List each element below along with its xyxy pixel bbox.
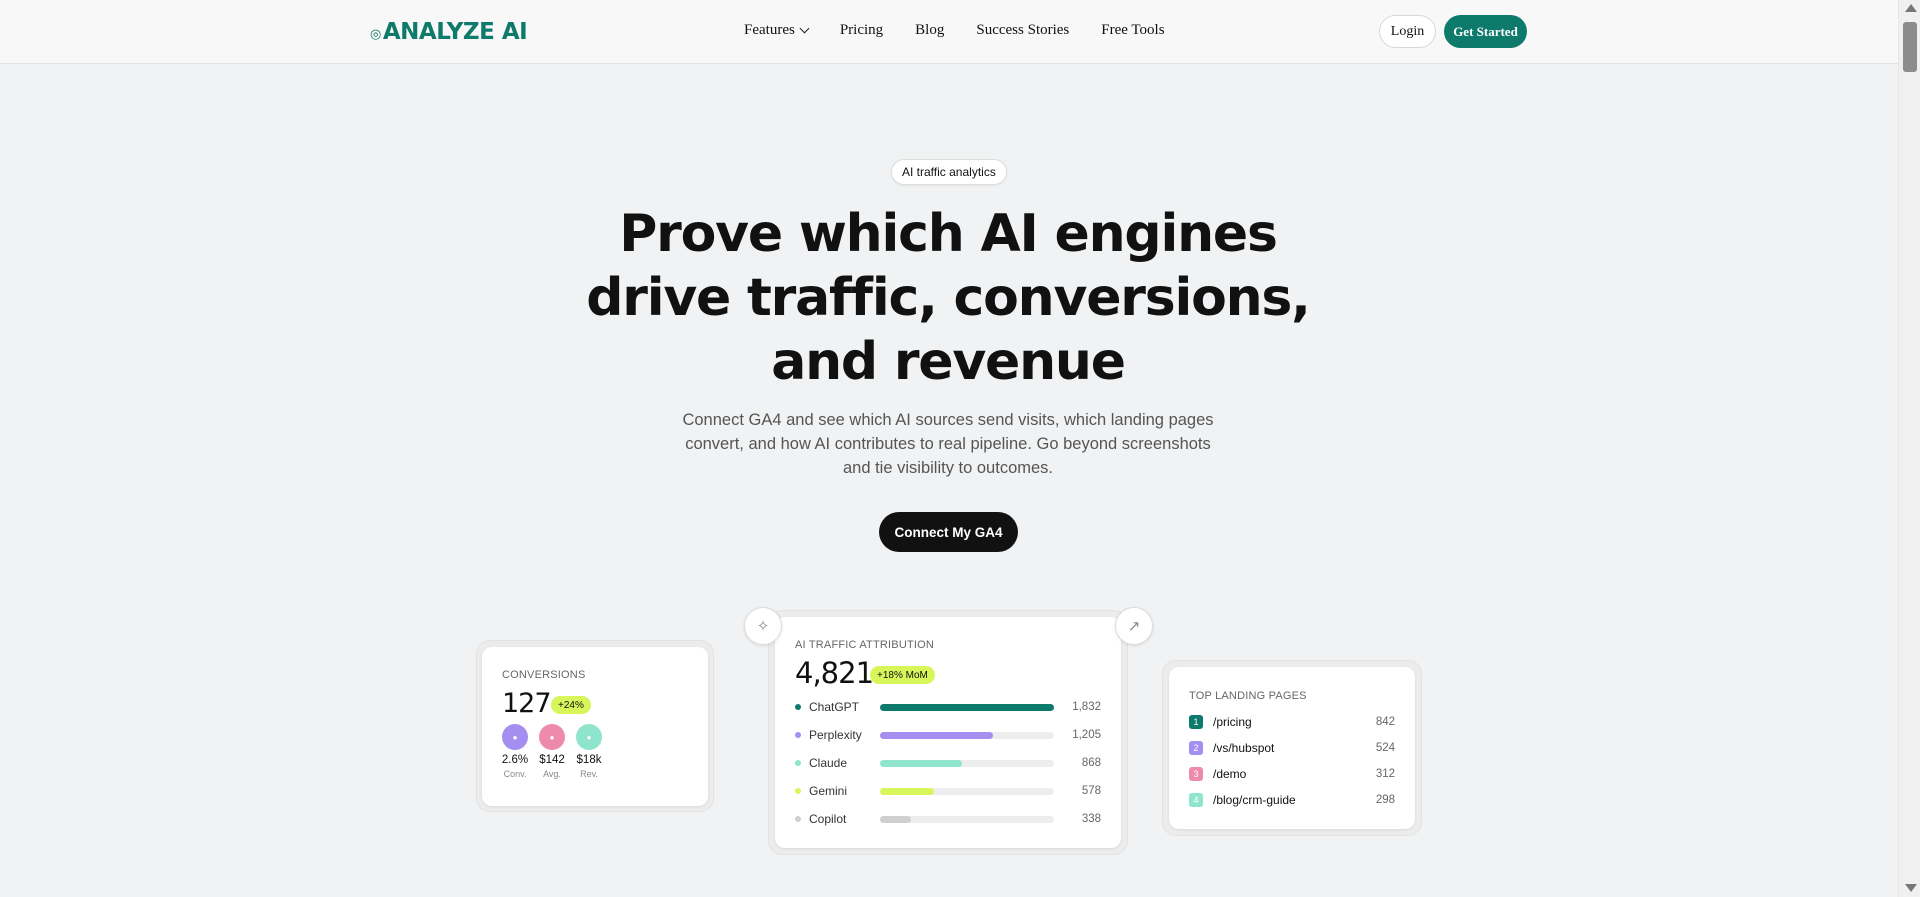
landing-page-path: /vs/hubspot (1213, 741, 1275, 755)
landing-page-value: 312 (1375, 768, 1395, 780)
rank-badge: 1 (1189, 715, 1203, 729)
metric-avg-label: Avg. (543, 769, 561, 779)
metric-avg-value: $142 (539, 754, 565, 766)
landing-page-row[interactable]: 1/pricing 842 (1189, 714, 1395, 730)
metric-conv-icon: ● (502, 724, 528, 750)
logo-icon: ◎ (370, 27, 381, 42)
series-dot-icon (795, 704, 801, 710)
landing-page-path: /demo (1213, 767, 1247, 781)
series-dot-icon (795, 816, 801, 822)
logo-text: ANALYZE AI (382, 19, 528, 45)
nav-pricing[interactable]: Pricing (840, 22, 883, 39)
scroll-up-icon[interactable] (1905, 4, 1917, 12)
attribution-label: AI TRAFFIC ATTRIBUTION (795, 639, 935, 651)
attribution-source-value: 338 (1081, 813, 1101, 825)
attribution-source-name: Perplexity (809, 728, 862, 742)
logo[interactable]: ◎ ANALYZE AI (370, 19, 528, 45)
metric-rev-label: Rev. (580, 769, 598, 779)
nav-features[interactable]: Features (744, 22, 810, 39)
site-header: ◎ ANALYZE AI Features Pricing Blog Succe… (0, 0, 1898, 64)
connect-ga4-button[interactable]: Connect My GA4 (879, 512, 1018, 552)
hero-subheadline: Connect GA4 and see which AI sources sen… (682, 411, 1214, 477)
hero-pill: AI traffic analytics (891, 159, 1007, 185)
attribution-row: Copilot 338 (795, 812, 1101, 826)
arrow-up-right-icon[interactable]: ↗ (1115, 607, 1153, 645)
series-dot-icon (795, 760, 801, 766)
metric-rev-icon: ● (576, 724, 602, 750)
series-dot-icon (795, 788, 801, 794)
attribution-bar-track (880, 731, 1054, 739)
attribution-bar-fill (880, 703, 1054, 711)
landing-page-value: 298 (1375, 794, 1395, 806)
attribution-bar-fill (880, 815, 912, 823)
metric-conv: ● 2.6% Conv. (497, 724, 533, 779)
attribution-row: Perplexity 1,205 (795, 728, 1101, 742)
attribution-source-value: 1,832 (1072, 701, 1101, 713)
landing-page-row[interactable]: 2/vs/hubspot 524 (1189, 740, 1395, 756)
rank-badge: 4 (1189, 793, 1203, 807)
attribution-row: Gemini 578 (795, 784, 1101, 798)
get-started-button[interactable]: Get Started (1444, 15, 1527, 48)
nav-success-stories[interactable]: Success Stories (976, 22, 1069, 39)
scroll-thumb[interactable] (1903, 22, 1917, 72)
landing-page-value: 524 (1375, 742, 1395, 754)
metric-conv-label: Conv. (503, 769, 527, 779)
attribution-row: ChatGPT 1,832 (795, 700, 1101, 714)
attribution-source-name: ChatGPT (809, 700, 860, 714)
attribution-source-name: Claude (809, 756, 848, 770)
hero-headline: Prove which AI engines drive traffic, co… (586, 204, 1311, 392)
login-button[interactable]: Login (1379, 15, 1436, 48)
rank-badge: 3 (1189, 767, 1203, 781)
nav-features-label: Features (744, 22, 795, 38)
rank-badge: 2 (1189, 741, 1203, 755)
chevron-down-icon (799, 23, 810, 34)
conversions-value: 127 (502, 688, 552, 719)
attribution-bar-track (880, 815, 1054, 823)
conversions-label: CONVERSIONS (502, 669, 586, 681)
series-dot-icon (795, 732, 801, 738)
attribution-source-name: Copilot (809, 812, 847, 826)
metric-avg-icon: ● (539, 724, 565, 750)
metric-conv-value: 2.6% (501, 754, 529, 766)
attribution-bar-fill (880, 759, 962, 767)
attribution-bar-fill (880, 731, 994, 739)
attribution-source-value: 1,205 (1072, 729, 1101, 741)
metric-rev-value: $18k (576, 754, 602, 766)
metric-rev: ● $18k Rev. (571, 724, 607, 779)
landing-pages-label: TOP LANDING PAGES (1189, 690, 1307, 702)
attribution-source-name: Gemini (809, 784, 848, 798)
attribution-bar-fill (880, 787, 934, 795)
attribution-bar-track (880, 759, 1054, 767)
main-nav: Features Pricing Blog Success Stories Fr… (744, 22, 1197, 39)
landing-page-row[interactable]: 3/demo 312 (1189, 766, 1395, 782)
metric-avg: ● $142 Avg. (534, 724, 570, 779)
attribution-row: Claude 868 (795, 756, 1101, 770)
scroll-down-icon[interactable] (1905, 884, 1917, 892)
landing-page-path: /blog/crm-guide (1213, 793, 1296, 807)
nav-free-tools[interactable]: Free Tools (1101, 22, 1164, 39)
conversions-badge: +24% (551, 696, 591, 714)
attribution-source-value: 868 (1081, 757, 1101, 769)
landing-page-value: 842 (1375, 716, 1395, 728)
sparkle-icon[interactable]: ✧ (744, 607, 782, 645)
attribution-bar-track (880, 787, 1054, 795)
attribution-source-value: 578 (1081, 785, 1101, 797)
landing-page-path: /pricing (1213, 715, 1252, 729)
scrollbar[interactable] (1898, 0, 1920, 897)
attribution-badge: +18% MoM (870, 666, 935, 684)
nav-blog[interactable]: Blog (915, 22, 944, 39)
landing-page-row[interactable]: 4/blog/crm-guide 298 (1189, 792, 1395, 808)
attribution-value: 4,821 (795, 656, 874, 690)
attribution-bar-track (880, 703, 1054, 711)
